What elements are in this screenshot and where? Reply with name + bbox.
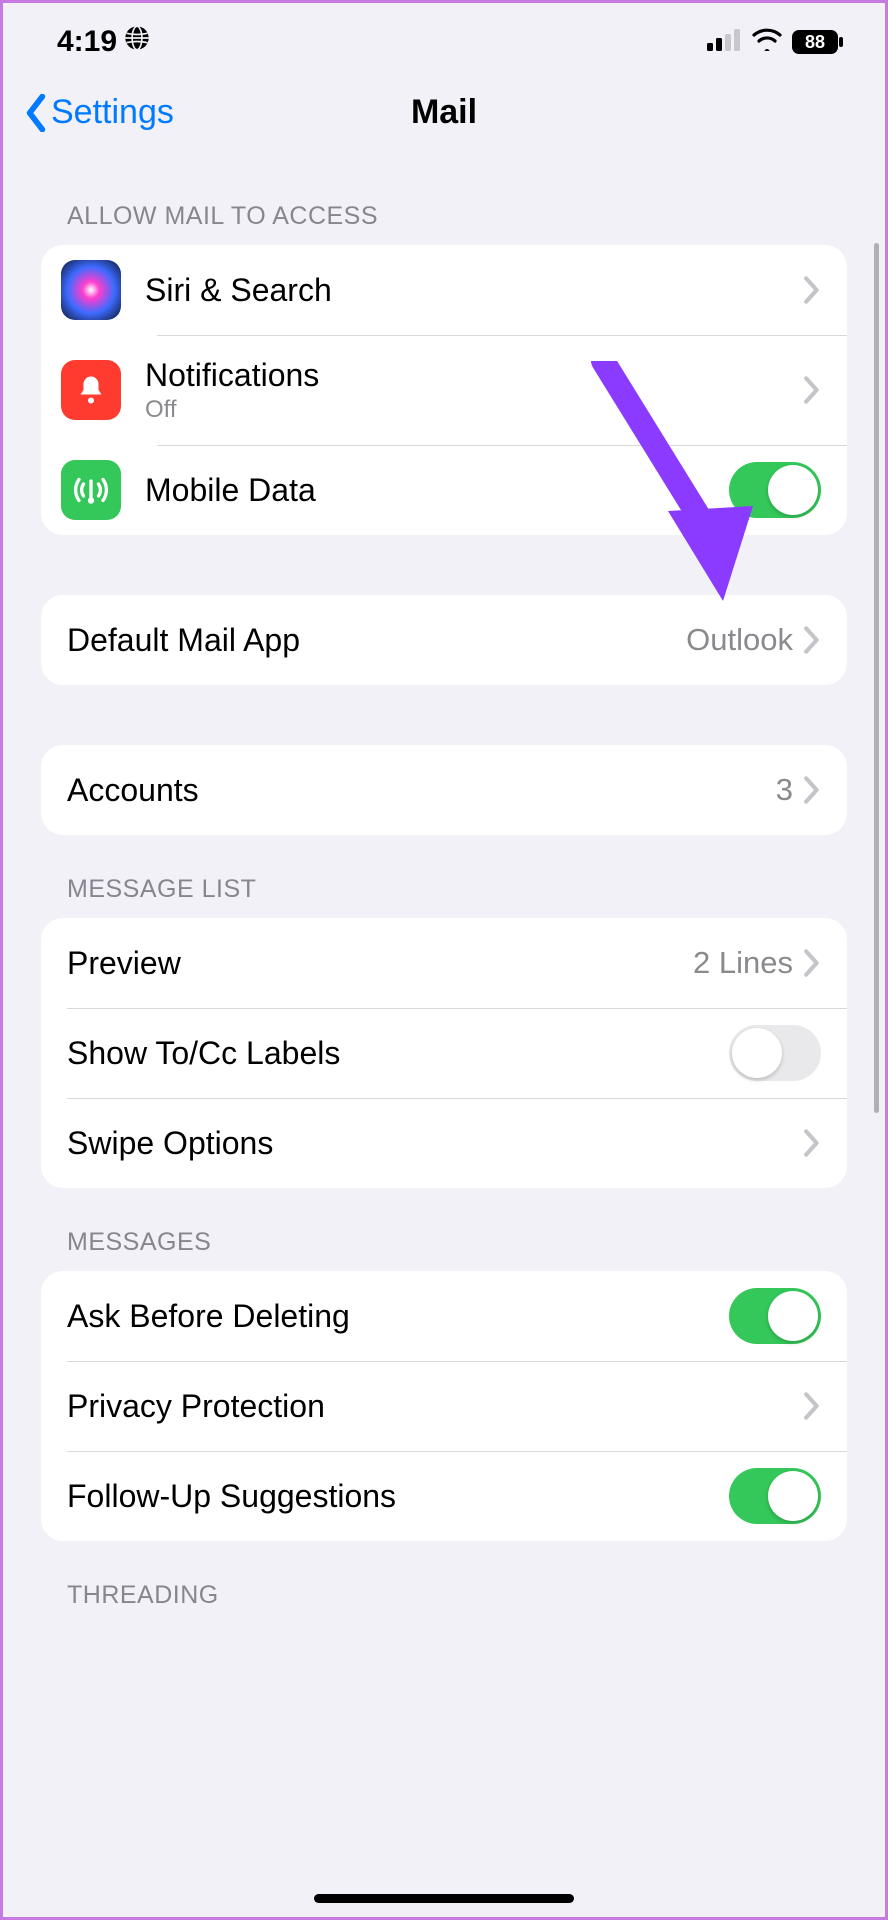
row-label: Swipe Options <box>67 1125 803 1162</box>
row-sublabel: Off <box>145 396 803 424</box>
row-detail: 3 <box>776 772 793 808</box>
row-label: Privacy Protection <box>67 1388 803 1425</box>
row-preview[interactable]: Preview 2 Lines <box>41 918 847 1008</box>
wifi-icon <box>751 25 783 59</box>
chevron-right-icon <box>803 1392 821 1420</box>
chevron-right-icon <box>803 626 821 654</box>
row-label: Accounts <box>67 772 776 809</box>
group-allow-access: Siri & Search Notifications Off Mobile D… <box>41 245 847 535</box>
row-label: Mobile Data <box>145 472 729 509</box>
row-label: Show To/Cc Labels <box>67 1035 729 1072</box>
row-label: Follow-Up Suggestions <box>67 1478 729 1515</box>
group-default-app: Default Mail App Outlook <box>41 595 847 685</box>
toggle-follow-up[interactable] <box>729 1468 821 1524</box>
siri-icon <box>61 260 121 320</box>
row-label: Siri & Search <box>145 272 803 309</box>
chevron-right-icon <box>803 1129 821 1157</box>
chevron-right-icon <box>803 276 821 304</box>
row-ask-before-deleting[interactable]: Ask Before Deleting <box>41 1271 847 1361</box>
globe-icon <box>123 24 151 60</box>
chevron-left-icon <box>23 94 49 132</box>
battery-icon: 88 <box>791 29 845 55</box>
toggle-mobile-data[interactable] <box>729 462 821 518</box>
chevron-right-icon <box>803 376 821 404</box>
row-label: Default Mail App <box>67 622 686 659</box>
row-label: Ask Before Deleting <box>67 1298 729 1335</box>
group-messages: Ask Before Deleting Privacy Protection F… <box>41 1271 847 1541</box>
section-header-messages: MESSAGES <box>41 1188 847 1271</box>
battery-value: 88 <box>805 32 825 52</box>
row-swipe-options[interactable]: Swipe Options <box>41 1098 847 1188</box>
row-privacy-protection[interactable]: Privacy Protection <box>41 1361 847 1451</box>
row-default-mail-app[interactable]: Default Mail App Outlook <box>41 595 847 685</box>
toggle-ask-before-deleting[interactable] <box>729 1288 821 1344</box>
notifications-icon <box>61 360 121 420</box>
home-indicator[interactable] <box>314 1894 574 1903</box>
row-label: Preview <box>67 945 693 982</box>
toggle-show-to-cc[interactable] <box>729 1025 821 1081</box>
section-header-threading: THREADING <box>41 1541 847 1624</box>
back-button[interactable]: Settings <box>23 93 174 132</box>
section-header-allow: ALLOW MAIL TO ACCESS <box>41 152 847 245</box>
row-detail: 2 Lines <box>693 945 793 981</box>
group-accounts: Accounts 3 <box>41 745 847 835</box>
cellular-icon <box>707 25 743 59</box>
row-label: Notifications <box>145 357 803 394</box>
row-mobile-data[interactable]: Mobile Data <box>41 445 847 535</box>
row-accounts[interactable]: Accounts 3 <box>41 745 847 835</box>
row-show-to-cc[interactable]: Show To/Cc Labels <box>41 1008 847 1098</box>
row-detail: Outlook <box>686 622 793 658</box>
row-notifications[interactable]: Notifications Off <box>41 335 847 445</box>
mobile-data-icon <box>61 460 121 520</box>
row-follow-up-suggestions[interactable]: Follow-Up Suggestions <box>41 1451 847 1541</box>
chevron-right-icon <box>803 949 821 977</box>
status-time: 4:19 <box>57 25 117 59</box>
back-label: Settings <box>51 93 174 132</box>
chevron-right-icon <box>803 776 821 804</box>
status-bar: 4:19 88 <box>3 3 885 63</box>
nav-bar: Settings Mail <box>3 63 885 152</box>
section-header-message-list: MESSAGE LIST <box>41 835 847 918</box>
scroll-indicator[interactable] <box>874 243 879 1113</box>
row-siri-search[interactable]: Siri & Search <box>41 245 847 335</box>
group-message-list: Preview 2 Lines Show To/Cc Labels Swipe … <box>41 918 847 1188</box>
